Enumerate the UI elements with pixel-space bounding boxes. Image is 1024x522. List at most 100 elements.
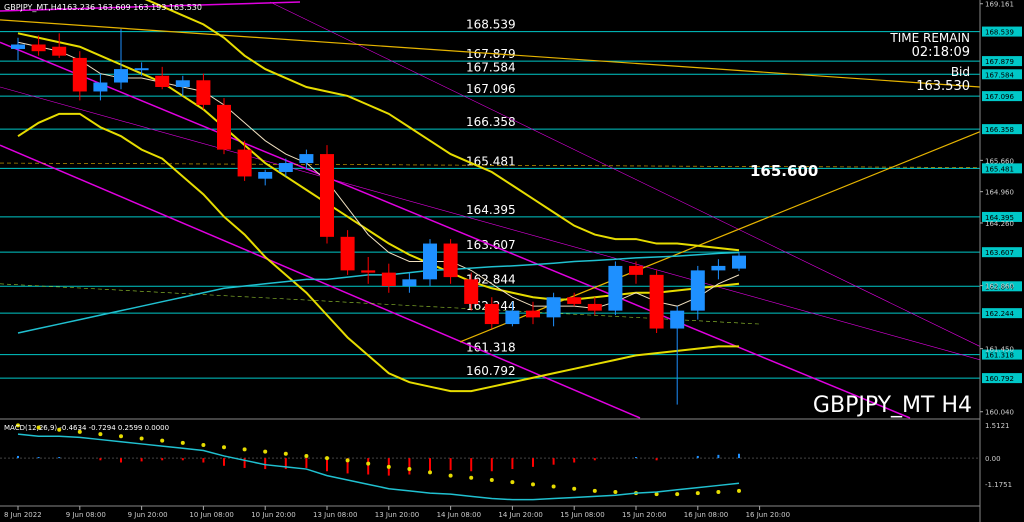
target-price-label: 165.600 (750, 162, 818, 180)
candle-body (711, 265, 726, 271)
time-tick-label: 15 Jun 20:00 (622, 511, 666, 519)
macd-signal-dot (222, 445, 226, 450)
macd-tick-label: 0.00 (985, 455, 1001, 463)
candle-body (196, 80, 211, 105)
macd-signal-dot (160, 438, 165, 443)
time-tick-label: 9 Jun 08:00 (66, 511, 106, 519)
macd-signal-dot (448, 473, 453, 478)
candle-body (546, 297, 561, 318)
level-axis-label: 166.358 (985, 126, 1014, 134)
candle-body (258, 171, 273, 179)
bid-label: Bid (951, 65, 970, 79)
candle-body (443, 243, 458, 278)
level-axis-label: 160.792 (985, 375, 1014, 383)
candle-body (31, 44, 46, 52)
candle-body (608, 265, 623, 311)
symbol-watermark: GBPJPY_MT H4 (813, 393, 972, 418)
level-axis-label: 168.539 (985, 29, 1014, 37)
time-tick-label: 16 Jun 20:00 (746, 511, 790, 519)
candle-body (526, 310, 540, 318)
time-tick-label: 15 Jun 08:00 (560, 511, 604, 519)
level-label: 168.539 (466, 18, 516, 32)
candle-body (299, 154, 314, 164)
macd-signal-dot (695, 491, 700, 496)
candle-body (587, 303, 602, 311)
time-tick-label: 13 Jun 20:00 (375, 511, 419, 519)
macd-tick-label: -1.1751 (985, 481, 1012, 489)
candle-body (629, 265, 643, 275)
candle-body (649, 274, 664, 329)
price-chart[interactable]: 168.539168.539167.879167.879167.584167.5… (0, 0, 1024, 522)
candle-body (690, 270, 705, 311)
level-label: 160.792 (466, 364, 516, 378)
macd-signal-dot (366, 461, 371, 466)
time-tick-label: 9 Jun 20:00 (128, 511, 168, 519)
macd-signal-dot (201, 443, 206, 448)
candle-body (464, 279, 479, 304)
price-tick-label: 165.660 (985, 157, 1014, 165)
price-tick-label: 162.860 (985, 283, 1014, 291)
time-remain-value: 02:18:09 (912, 45, 970, 60)
candle-body (217, 104, 231, 150)
candle-body (237, 149, 252, 177)
level-label: 167.096 (466, 82, 516, 96)
candle-body (320, 154, 334, 237)
macd-signal-dot (675, 492, 680, 497)
price-tick-label: 164.260 (985, 220, 1014, 228)
macd-signal-dot (283, 451, 288, 456)
price-tick-label: 160.040 (985, 409, 1014, 417)
macd-signal-dot (325, 456, 329, 461)
macd-signal-dot (572, 486, 577, 491)
macd-signal-dot (407, 467, 412, 472)
macd-signal-dot (242, 447, 247, 452)
macd-signal-dot (716, 489, 721, 494)
bid-value: 163.530 (916, 79, 970, 94)
time-tick-label: 13 Jun 08:00 (313, 511, 357, 519)
level-label: 164.395 (466, 203, 516, 217)
macd-signal-dot (119, 434, 123, 439)
macd-signal-dot (592, 488, 597, 493)
level-axis-label: 167.879 (985, 58, 1014, 66)
level-label: 165.481 (466, 154, 516, 168)
level-axis-label: 163.607 (985, 249, 1014, 257)
level-axis-label: 167.096 (985, 93, 1014, 101)
level-label: 167.584 (466, 60, 516, 74)
ohlc-label: 163.236 163.609 163.193 163.530 (62, 3, 202, 12)
level-axis-label: 162.244 (985, 310, 1014, 318)
candle-body (732, 255, 746, 269)
time-tick-label: 14 Jun 08:00 (437, 511, 481, 519)
candle-body (93, 82, 108, 92)
time-tick-label: 10 Jun 08:00 (189, 511, 233, 519)
macd-signal-dot (98, 432, 103, 437)
macd-signal-dot (469, 475, 474, 480)
price-tick-label: 169.161 (985, 1, 1014, 9)
time-tick-label: 14 Jun 20:00 (498, 511, 542, 519)
time-tick-label: 8 Jun 2022 (4, 511, 42, 519)
macd-signal-dot (180, 440, 185, 445)
candle-body (134, 68, 149, 71)
candle-body (340, 236, 355, 271)
candle-body (52, 46, 67, 56)
macd-signal-dot (428, 470, 432, 475)
symbol-label: GBPJPY_MT,H4 (4, 3, 62, 12)
macd-label: MACD(12,26,9) -0.4634 -0.7294 0.2599 0.0… (4, 424, 169, 432)
candle-body (278, 163, 293, 172)
price-tick-label: 161.450 (985, 346, 1014, 354)
candle-body (505, 310, 520, 325)
time-tick-label: 10 Jun 20:00 (251, 511, 295, 519)
macd-signal-dot (531, 482, 535, 487)
macd-signal-dot (613, 489, 618, 494)
candle-body (423, 243, 437, 280)
time-remain-label: TIME REMAIN (889, 31, 970, 45)
candle-body (484, 303, 499, 325)
candle-body (11, 44, 25, 49)
candle-body (114, 69, 128, 83)
macd-tick-label: 1.5121 (985, 422, 1010, 430)
candle-body (175, 80, 190, 87)
macd-signal-dot (304, 453, 309, 458)
macd-signal-dot (510, 480, 515, 485)
candle-body (402, 279, 417, 287)
macd-signal-dot (345, 458, 350, 463)
macd-signal-dot (263, 449, 268, 454)
candle-body (381, 272, 396, 287)
